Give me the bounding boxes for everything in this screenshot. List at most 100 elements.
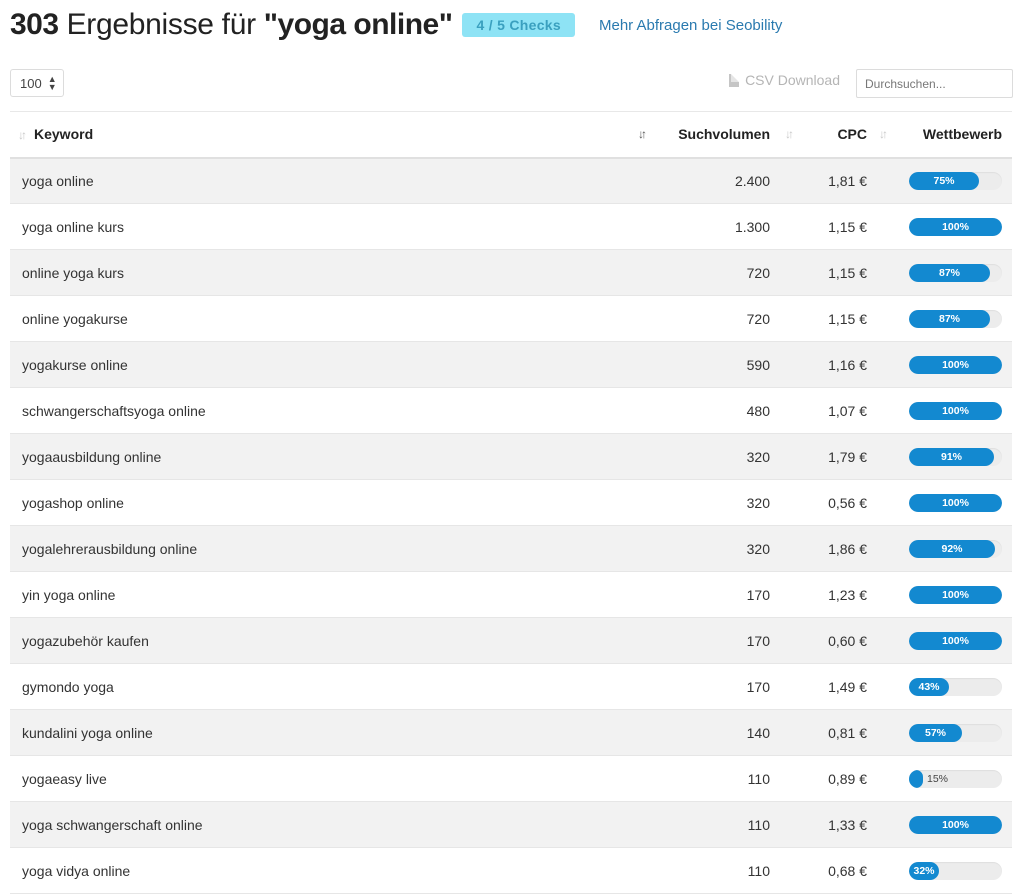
cpc-cell: 1,15 € [828,264,867,281]
cpc-cell: 1,15 € [828,218,867,235]
cpc-cell: 1,15 € [828,310,867,327]
competition-label: 87% [938,312,960,325]
competition-cell: 57% [877,710,1012,756]
table-header-row: ↓↑ Keyword ↓↑ Suchvolumen ↓↑ CPC ↓↑ Wettbewe… [10,111,1012,159]
competition-label: 100% [942,358,969,371]
competition-label: 43% [918,680,940,693]
keyword-cell: kundalini yoga online [22,724,153,741]
keyword-cell: yoga online [22,172,94,189]
checks-badge: 4 / 5 Checks [462,13,575,37]
competition-cell: 100% [877,388,1012,434]
competition-label: 100% [942,496,969,509]
competition-bar: 100% [909,217,1002,236]
cpc-cell: 0,60 € [828,632,867,649]
cpc-cell: 0,89 € [828,770,867,787]
competition-label: 100% [942,220,969,233]
sort-icon: ↓↑ [879,127,888,141]
column-header-keyword[interactable]: ↓↑ Keyword [10,111,650,159]
column-header-cpc[interactable]: ↓↑ CPC [780,111,877,159]
competition-bar: 100% [909,401,1002,420]
competition-bar: 100% [909,493,1002,512]
competition-bar: 91% [909,447,1002,466]
competition-cell: 75% [877,158,1012,204]
keyword-cell: online yoga kurs [22,264,124,281]
column-header-volume[interactable]: ↓↑ Suchvolumen [638,111,780,159]
cpc-cell: 1,16 € [828,356,867,373]
table-row: yogashop online 320 0,56 € 100% [10,480,1012,526]
competition-cell: 92% [877,526,1012,572]
result-query: "yoga online" [263,8,453,41]
csv-download-label: CSV Download [745,72,840,88]
volume-cell: 110 [747,816,770,833]
table-row: yogazubehör kaufen 170 0,60 € 100% [10,617,1012,664]
volume-cell: 320 [746,494,770,511]
competition-label: 92% [941,542,963,555]
volume-cell: 170 [746,586,770,603]
keyword-cell: gymondo yoga [22,678,114,695]
competition-cell: 100% [877,204,1012,250]
volume-cell: 110 [747,770,770,787]
competition-bar: 87% [909,263,1002,282]
keyword-cell: yogaausbildung online [22,448,162,465]
per-page-select[interactable]: 100 ▲ ▼ [10,69,64,97]
competition-label: 100% [942,404,969,417]
table-row: gymondo yoga 170 1,49 € 43% [10,664,1012,710]
cpc-cell: 1,79 € [828,448,867,465]
table-row: schwangerschaftsyoga online 480 1,07 € 100% [10,388,1012,434]
competition-label: 87% [938,266,960,279]
keyword-cell: schwangerschaftsyoga online [22,402,206,419]
cpc-cell: 1,07 € [828,402,867,419]
sort-icon: ↓↑ [18,128,27,143]
table-row: yin yoga online 170 1,23 € 100% [10,572,1012,618]
per-page-value: 100 [20,75,42,91]
table-row: yogaausbildung online 320 1,79 € 91% [10,433,1012,480]
table-toolbar: 100 ▲ ▼ CSV Download [10,68,1013,100]
competition-cell: 43% [877,664,1012,710]
keyword-cell: yogakurse online [22,356,128,373]
keyword-cell: yoga online kurs [22,218,124,235]
cpc-cell: 1,49 € [828,678,867,695]
table-row: online yoga kurs 720 1,15 € 87% [10,249,1012,296]
volume-cell: 590 [746,356,770,373]
competition-bar: 100% [909,585,1002,604]
column-header-competition[interactable]: ↓↑ Wettbewerb [877,111,1012,159]
competition-cell: 87% [877,250,1012,296]
competition-cell: 15% [877,756,1012,802]
competition-cell: 87% [877,296,1012,342]
competition-bar: 87% [909,309,1002,328]
keyword-table: ↓↑ Keyword ↓↑ Suchvolumen ↓↑ CPC ↓↑ Wettbewe… [10,111,1012,894]
csv-download-button[interactable]: CSV Download [729,72,840,88]
result-count: 303 [10,8,59,41]
competition-label: 32% [913,864,935,877]
competition-bar: 75% [909,171,1002,190]
table-row: yogaeasy live 110 0,89 € 15% [10,756,1012,802]
cpc-cell: 1,86 € [828,540,867,557]
competition-bar: 100% [909,815,1002,834]
keyword-cell: yogalehrerausbildung online [22,540,198,557]
keyword-cell: yogaeasy live [22,770,107,787]
table-row: yogalehrerausbildung online 320 1,86 € 92% [10,525,1012,572]
volume-cell: 480 [746,402,770,419]
keyword-cell: yoga vidya online [22,862,131,879]
select-arrows-icon: ▲ ▼ [47,74,57,92]
keyword-cell: yogashop online [22,494,124,511]
cpc-cell: 1,33 € [828,816,867,833]
volume-cell: 1.300 [734,218,770,235]
volume-cell: 720 [746,264,770,281]
volume-cell: 720 [746,310,770,327]
competition-bar: 100% [909,355,1002,374]
competition-bar: 57% [909,723,1002,742]
competition-label: 100% [942,818,969,831]
cpc-cell: 0,68 € [828,862,867,879]
competition-label: 91% [940,450,962,463]
table-row: yogakurse online 590 1,16 € 100% [10,341,1012,388]
competition-cell: 100% [877,342,1012,388]
competition-bar: 43% [909,677,1002,696]
competition-cell: 32% [877,848,1012,894]
more-queries-link[interactable]: Mehr Abfragen bei Seobility [599,17,782,34]
volume-cell: 320 [746,448,770,465]
sort-icon: ↓↑ [785,127,794,141]
competition-cell: 100% [877,480,1012,526]
search-input[interactable] [856,69,1013,98]
result-text: Ergebnisse für [66,8,257,41]
